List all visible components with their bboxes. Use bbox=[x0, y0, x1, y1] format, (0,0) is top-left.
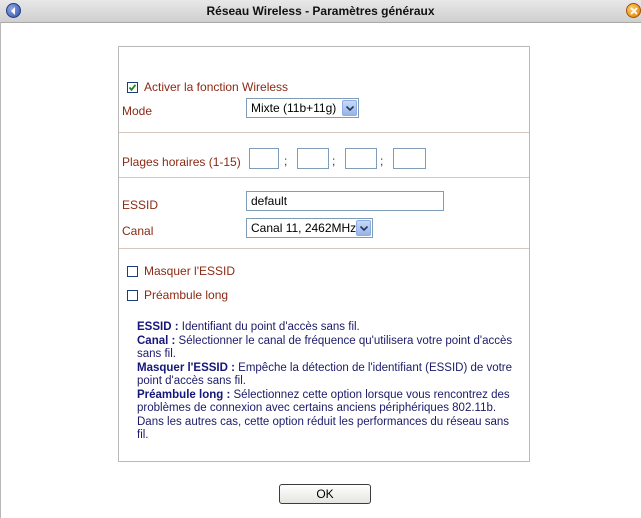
time-range-input-4[interactable] bbox=[393, 148, 426, 169]
help-channel-term: Canal : bbox=[137, 334, 176, 347]
essid-input[interactable]: default bbox=[246, 191, 444, 211]
check-icon bbox=[128, 84, 137, 92]
close-icon[interactable] bbox=[626, 3, 641, 18]
hide-essid-label: Masquer l'ESSID bbox=[144, 264, 235, 278]
window-left-border bbox=[0, 22, 1, 518]
time-range-input-1[interactable] bbox=[249, 148, 279, 169]
help-hide-term: Masquer l'ESSID : bbox=[137, 361, 235, 374]
time-ranges-label: Plages horaires (1-15) bbox=[122, 155, 241, 169]
help-channel-text: Sélectionner le canal de fréquence qu'ut… bbox=[137, 334, 513, 361]
section-divider bbox=[119, 177, 529, 178]
essid-label: ESSID bbox=[122, 198, 159, 212]
time-range-input-2[interactable] bbox=[297, 148, 329, 169]
chevron-down-icon[interactable] bbox=[342, 100, 357, 116]
section-divider bbox=[119, 248, 529, 249]
long-preamble-label: Préambule long bbox=[144, 288, 229, 302]
hide-essid-checkbox[interactable] bbox=[127, 266, 138, 277]
time-range-separator: ; bbox=[380, 154, 384, 168]
section-divider bbox=[119, 132, 529, 133]
mode-select[interactable]: Mixte (11b+11g) bbox=[246, 98, 359, 118]
help-essid-term: ESSID : bbox=[137, 321, 179, 333]
time-range-separator: ; bbox=[332, 154, 336, 168]
enable-wireless-checkbox[interactable] bbox=[127, 82, 138, 93]
help-text: ESSID : Identifiant du point d'accès san… bbox=[137, 321, 517, 443]
ok-button[interactable]: OK bbox=[279, 484, 371, 504]
help-preamble-term: Préambule long : bbox=[137, 388, 231, 401]
channel-select[interactable]: Canal 11, 2462MHz bbox=[246, 218, 373, 238]
mode-label: Mode bbox=[122, 104, 153, 118]
mode-select-value: Mixte (11b+11g) bbox=[251, 101, 337, 115]
window-title: Réseau Wireless - Paramètres généraux bbox=[206, 4, 435, 18]
time-range-input-3[interactable] bbox=[345, 148, 377, 169]
help-essid-text: Identifiant du point d'accès sans fil. bbox=[181, 321, 360, 333]
channel-select-value: Canal 11, 2462MHz bbox=[251, 221, 357, 235]
settings-panel: Activer la fonction Wireless Mode Mixte … bbox=[118, 46, 530, 462]
title-bar: Réseau Wireless - Paramètres généraux bbox=[0, 0, 641, 23]
enable-wireless-label: Activer la fonction Wireless bbox=[144, 80, 289, 94]
channel-label: Canal bbox=[122, 224, 154, 238]
time-range-separator: ; bbox=[284, 154, 288, 168]
chevron-down-icon[interactable] bbox=[356, 220, 371, 236]
long-preamble-checkbox[interactable] bbox=[127, 290, 138, 301]
